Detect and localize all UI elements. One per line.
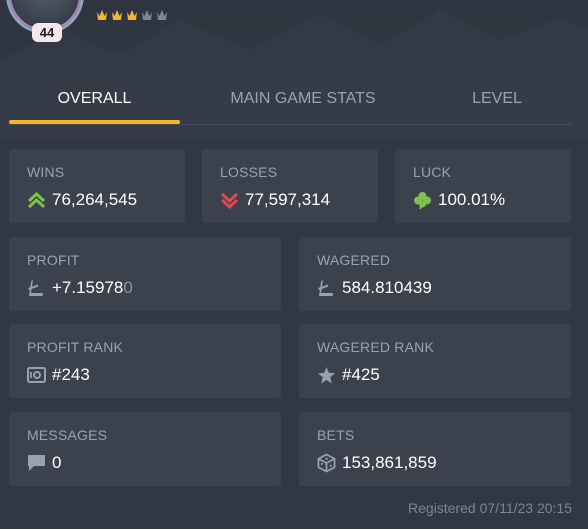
crown-rating bbox=[96, 8, 168, 24]
clover-icon bbox=[413, 191, 432, 210]
crown-icon bbox=[97, 10, 107, 20]
profit-label: PROFIT bbox=[27, 252, 80, 268]
crown-icon bbox=[127, 10, 137, 20]
bets-label: BETS bbox=[317, 427, 355, 443]
crown-empty-icon bbox=[142, 10, 152, 20]
profit-value: +7.159780 bbox=[52, 278, 133, 298]
level-badge: 44 bbox=[32, 23, 62, 42]
litecoin-icon bbox=[27, 279, 46, 298]
tab-overall[interactable]: OVERALL bbox=[9, 78, 180, 124]
active-tab-indicator bbox=[9, 120, 180, 124]
messages-card: MESSAGES 0 bbox=[9, 412, 281, 486]
messages-value: 0 bbox=[52, 453, 62, 472]
wagered-rank-label: WAGERED RANK bbox=[317, 339, 435, 355]
wins-value: 76,264,545 bbox=[52, 190, 138, 209]
avatar[interactable]: 44 bbox=[6, 0, 84, 42]
wagered-value: 584.810439 bbox=[342, 278, 432, 297]
luck-label: LUCK bbox=[413, 164, 452, 180]
losses-label: LOSSES bbox=[220, 164, 278, 180]
crown-icon bbox=[112, 10, 122, 20]
litecoin-icon bbox=[317, 279, 336, 298]
messages-label: MESSAGES bbox=[27, 427, 108, 443]
profit-value-main: +7.15978 bbox=[52, 278, 124, 297]
losses-card: LOSSES 77,597,314 bbox=[202, 149, 378, 223]
dice-icon bbox=[317, 453, 336, 473]
wins-label: WINS bbox=[27, 164, 65, 180]
chat-icon bbox=[27, 454, 46, 473]
profit-card: PROFIT +7.159780 bbox=[9, 237, 281, 311]
star-icon bbox=[317, 366, 336, 385]
luck-value: 100.01% bbox=[438, 190, 506, 209]
wagered-rank-card: WAGERED RANK #425 bbox=[299, 324, 571, 398]
profit-value-trailing-digit: 0 bbox=[123, 278, 133, 297]
wagered-rank-value: #425 bbox=[342, 365, 380, 384]
luck-card: LUCK 100.01% bbox=[395, 149, 571, 223]
wins-card: WINS 76,264,545 bbox=[9, 149, 185, 223]
registered-date: Registered 07/11/23 20:15 bbox=[408, 500, 572, 516]
losses-value: 77,597,314 bbox=[245, 190, 331, 209]
crown-empty-icon bbox=[157, 10, 167, 20]
wagered-card: WAGERED 584.810439 bbox=[299, 237, 571, 311]
tab-level[interactable]: LEVEL bbox=[457, 78, 537, 124]
tab-main-game-stats[interactable]: MAIN GAME STATS bbox=[209, 78, 397, 124]
profit-rank-card: PROFIT RANK #243 bbox=[9, 324, 281, 398]
safe-icon bbox=[27, 366, 46, 385]
chevrons-down-icon bbox=[220, 191, 239, 210]
chevrons-up-icon bbox=[27, 191, 46, 210]
profit-rank-label: PROFIT RANK bbox=[27, 339, 124, 355]
bets-card: BETS 153,861,859 bbox=[299, 412, 571, 486]
wagered-label: WAGERED bbox=[317, 252, 391, 268]
stats-tabs: OVERALL MAIN GAME STATS LEVEL bbox=[9, 78, 572, 125]
profit-rank-value: #243 bbox=[52, 365, 90, 384]
bets-value: 153,861,859 bbox=[342, 453, 437, 472]
